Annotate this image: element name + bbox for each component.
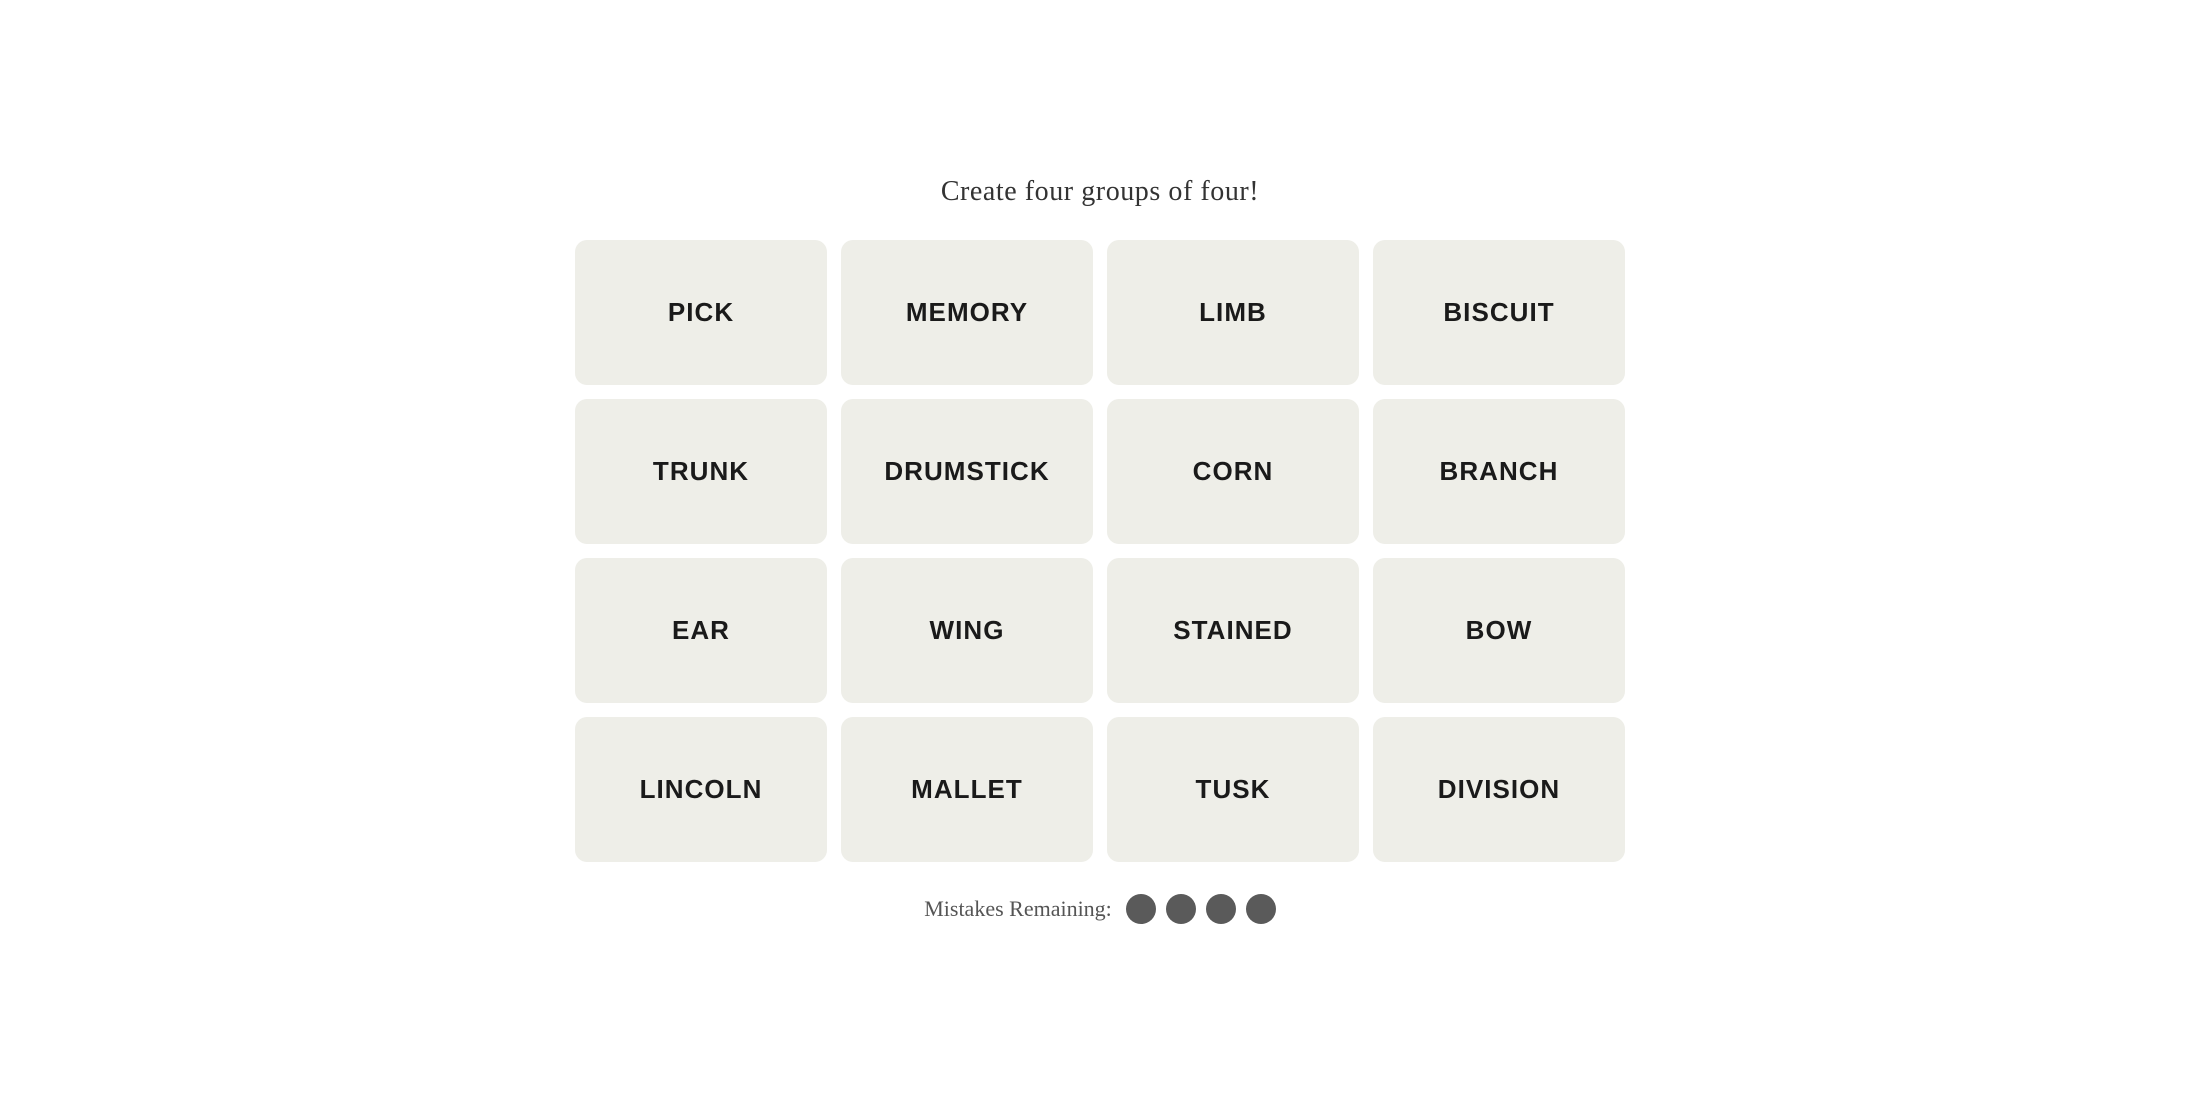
mistake-dot-3 bbox=[1206, 894, 1236, 924]
tile-label-branch: BRANCH bbox=[1440, 456, 1559, 487]
tile-bow[interactable]: BOW bbox=[1373, 558, 1625, 703]
tile-label-biscuit: BISCUIT bbox=[1443, 297, 1554, 328]
tile-lincoln[interactable]: LINCOLN bbox=[575, 717, 827, 862]
tile-label-ear: EAR bbox=[672, 615, 730, 646]
tile-label-limb: LIMB bbox=[1199, 297, 1267, 328]
mistake-dot-2 bbox=[1166, 894, 1196, 924]
mistakes-label: Mistakes Remaining: bbox=[924, 896, 1112, 922]
tile-label-pick: PICK bbox=[668, 297, 734, 328]
mistake-dot-4 bbox=[1246, 894, 1276, 924]
tile-label-corn: CORN bbox=[1193, 456, 1274, 487]
tile-stained[interactable]: STAINED bbox=[1107, 558, 1359, 703]
subtitle: Create four groups of four! bbox=[941, 176, 1259, 208]
tile-division[interactable]: DIVISION bbox=[1373, 717, 1625, 862]
dots-container bbox=[1126, 894, 1276, 924]
tile-biscuit[interactable]: BISCUIT bbox=[1373, 240, 1625, 385]
mistakes-section: Mistakes Remaining: bbox=[924, 894, 1276, 924]
tile-trunk[interactable]: TRUNK bbox=[575, 399, 827, 544]
tile-label-drumstick: DRUMSTICK bbox=[884, 456, 1049, 487]
tile-label-mallet: MALLET bbox=[911, 774, 1023, 805]
mistake-dot-1 bbox=[1126, 894, 1156, 924]
tile-limb[interactable]: LIMB bbox=[1107, 240, 1359, 385]
tile-memory[interactable]: MEMORY bbox=[841, 240, 1093, 385]
tile-label-trunk: TRUNK bbox=[653, 456, 749, 487]
tile-label-division: DIVISION bbox=[1438, 774, 1560, 805]
tile-label-wing: WING bbox=[930, 615, 1005, 646]
game-container: Create four groups of four! PICK MEMORY LI… bbox=[575, 176, 1625, 924]
tile-label-tusk: TUSK bbox=[1196, 774, 1271, 805]
tile-label-stained: STAINED bbox=[1173, 615, 1292, 646]
tile-corn[interactable]: CORN bbox=[1107, 399, 1359, 544]
tile-ear[interactable]: EAR bbox=[575, 558, 827, 703]
tile-wing[interactable]: WING bbox=[841, 558, 1093, 703]
tile-pick[interactable]: PICK bbox=[575, 240, 827, 385]
tile-label-bow: BOW bbox=[1466, 615, 1533, 646]
tile-grid: PICK MEMORY LIMB BISCUIT TRUNK DRUMSTICK CORN B… bbox=[575, 240, 1625, 862]
tile-label-lincoln: LINCOLN bbox=[640, 774, 763, 805]
tile-mallet[interactable]: MALLET bbox=[841, 717, 1093, 862]
tile-branch[interactable]: BRANCH bbox=[1373, 399, 1625, 544]
tile-drumstick[interactable]: DRUMSTICK bbox=[841, 399, 1093, 544]
tile-tusk[interactable]: TUSK bbox=[1107, 717, 1359, 862]
tile-label-memory: MEMORY bbox=[906, 297, 1028, 328]
